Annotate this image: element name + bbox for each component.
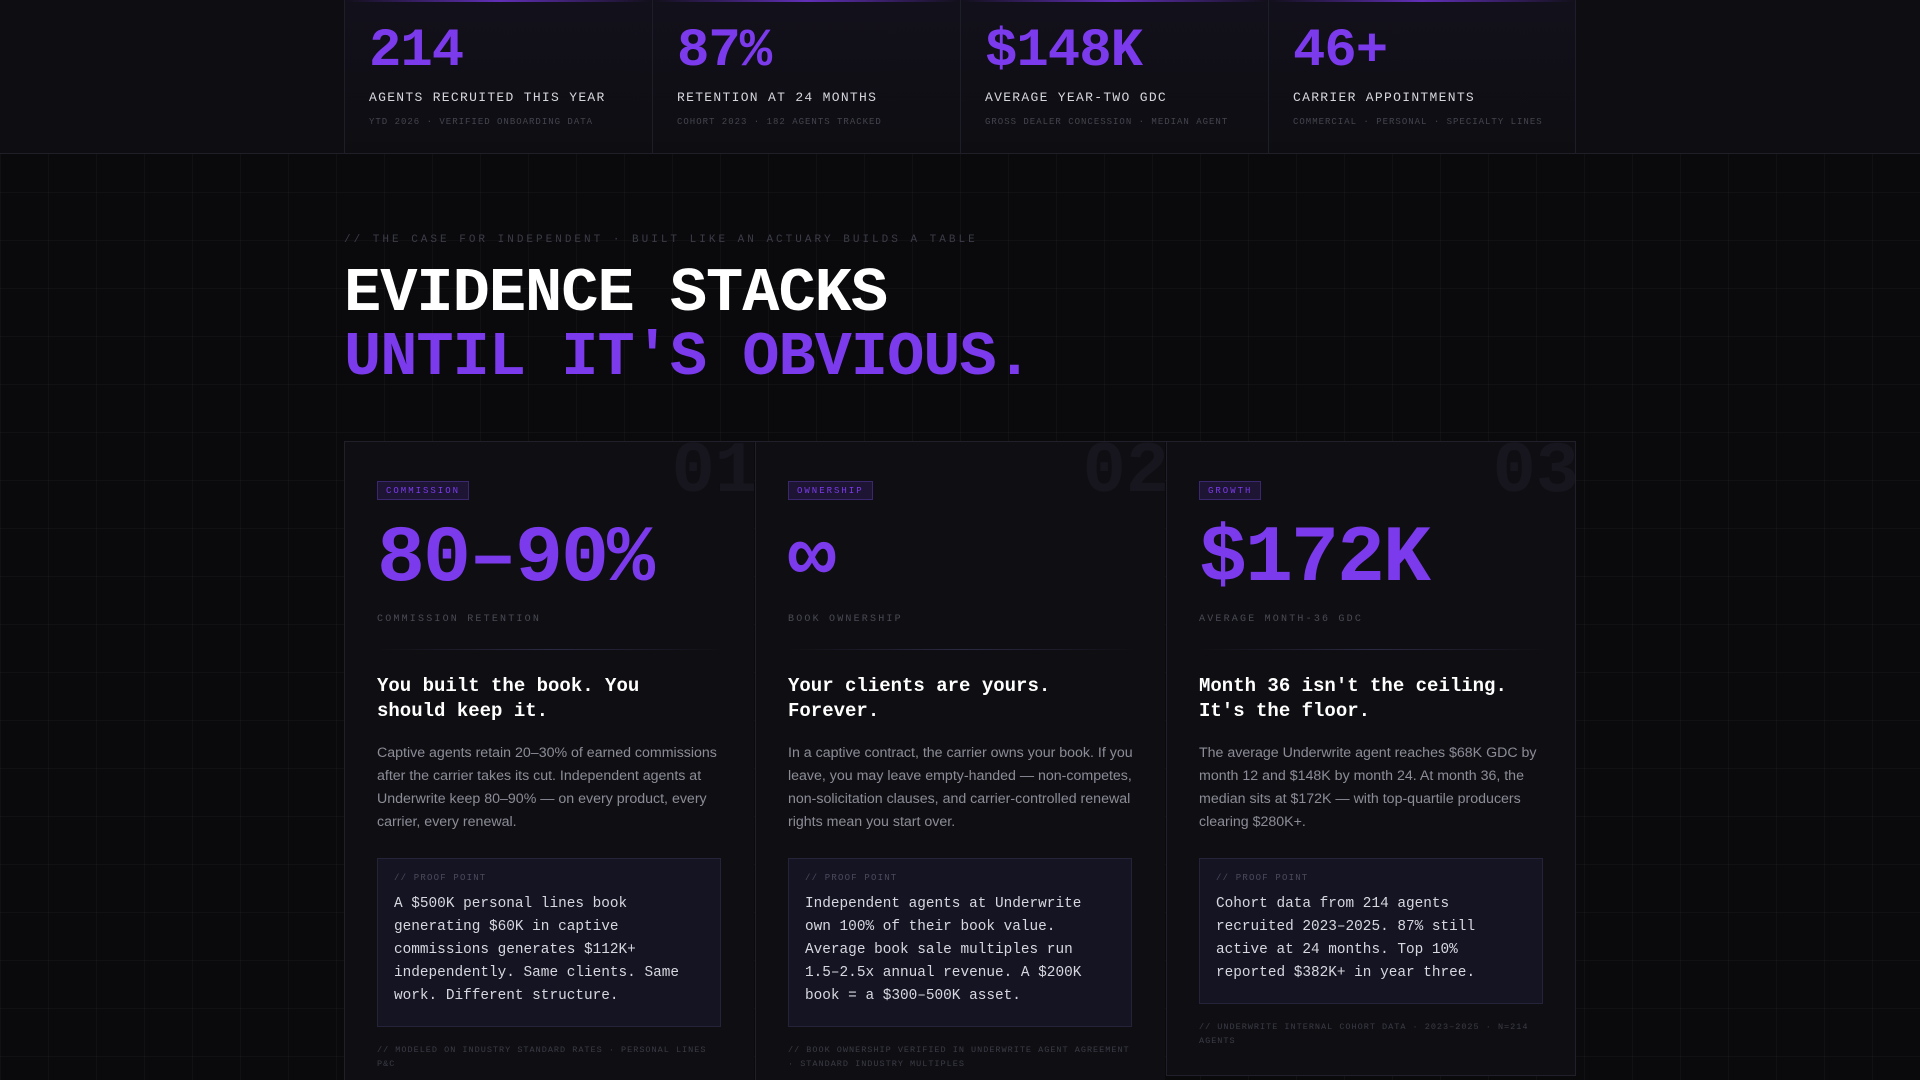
card-title: Your clients are yours. Forever.	[788, 675, 1051, 722]
stat-subtext: COHORT 2023 · 182 AGENTS TRACKED	[677, 117, 882, 127]
stat-value: 46+	[1293, 21, 1388, 82]
stat-value: $148K	[985, 21, 1143, 82]
card-footnote: // MODELED ON INDUSTRY STANDARD RATES · …	[377, 1045, 707, 1069]
card-number: 03	[1492, 442, 1576, 513]
card-big-stat-label: COMMISSION RETENTION	[377, 614, 542, 625]
card-big-stat: ∞	[788, 514, 836, 605]
stat-card: 87% RETENTION AT 24 MONTHS COHORT 2023 ·…	[652, 0, 960, 154]
card-body: The average Underwrite agent reaches $68…	[1199, 745, 1537, 830]
stat-value: 214	[369, 21, 464, 82]
card-title: Month 36 isn't the ceiling. It's the flo…	[1199, 675, 1507, 722]
stat-card: 46+ CARRIER APPOINTMENTS COMMERCIAL · PE…	[1268, 0, 1576, 154]
proof-point-label: // PROOF POINT	[805, 873, 898, 883]
evidence-card-growth: 03 GROWTH $172K AVERAGE MONTH-36 GDC Mon…	[1166, 442, 1576, 1076]
stat-subtext: GROSS DEALER CONCESSION · MEDIAN AGENT	[985, 117, 1229, 127]
card-big-stat: $172K	[1199, 514, 1431, 605]
card-body: In a captive contract, the carrier owns …	[788, 745, 1133, 830]
proof-point-box: // PROOF POINT Independent agents at Und…	[788, 858, 1132, 1027]
stat-label: AGENTS RECRUITED THIS YEAR	[369, 90, 606, 105]
proof-point-text: Independent agents at Underwrite own 100…	[805, 896, 1082, 1004]
section-headline: EVIDENCE STACKS UNTIL IT'S OBVIOUS.	[344, 258, 1033, 393]
card-divider	[788, 649, 1134, 650]
proof-point-text: A $500K personal lines book generating $…	[394, 896, 679, 1004]
section-eyebrow: // THE CASE FOR INDEPENDENT · BUILT LIKE…	[344, 234, 978, 246]
card-body: Captive agents retain 20–30% of earned c…	[377, 745, 717, 830]
card-divider	[377, 649, 723, 650]
proof-point-text: Cohort data from 214 agents recruited 20…	[1216, 896, 1476, 981]
card-number: 01	[671, 442, 754, 513]
evidence-cards: 01 COMMISSION 80–90% COMMISSION RETENTIO…	[344, 441, 1576, 1080]
stat-value: 87%	[677, 21, 772, 82]
stat-subtext: COMMERCIAL · PERSONAL · SPECIALTY LINES	[1293, 117, 1543, 127]
stat-card: $148K AVERAGE YEAR-TWO GDC GROSS DEALER …	[960, 0, 1268, 154]
card-divider	[1199, 649, 1545, 650]
stat-label: RETENTION AT 24 MONTHS	[677, 90, 878, 105]
card-title: You built the book. You should keep it.	[377, 675, 640, 722]
card-footnote: // BOOK OWNERSHIP VERIFIED IN UNDERWRITE…	[788, 1045, 1130, 1069]
stat-card: 214 AGENTS RECRUITED THIS YEAR YTD 2026 …	[344, 0, 652, 154]
evidence-card-ownership: 02 OWNERSHIP ∞ BOOK OWNERSHIP Your clien…	[755, 442, 1165, 1080]
card-big-stat-label: BOOK OWNERSHIP	[788, 614, 903, 625]
headline-line-1: EVIDENCE STACKS	[344, 258, 888, 329]
stats-row: 214 AGENTS RECRUITED THIS YEAR YTD 2026 …	[344, 0, 1576, 154]
card-big-stat: 80–90%	[377, 514, 655, 605]
proof-point-box: // PROOF POINT Cohort data from 214 agen…	[1199, 858, 1543, 1004]
proof-point-box: // PROOF POINT A $500K personal lines bo…	[377, 858, 721, 1027]
stat-label: AVERAGE YEAR-TWO GDC	[985, 90, 1168, 105]
stat-label: CARRIER APPOINTMENTS	[1293, 90, 1476, 105]
evidence-card-commission: 01 COMMISSION 80–90% COMMISSION RETENTIO…	[344, 442, 754, 1080]
card-badge: OWNERSHIP	[788, 481, 873, 500]
card-footnote: // UNDERWRITE INTERNAL COHORT DATA · 202…	[1199, 1022, 1529, 1046]
headline-line-2: UNTIL IT'S OBVIOUS.	[344, 322, 1033, 393]
card-badge: COMMISSION	[377, 481, 470, 500]
stat-subtext: YTD 2026 · VERIFIED ONBOARDING DATA	[369, 117, 594, 127]
card-badge: GROWTH	[1199, 481, 1262, 500]
card-number: 02	[1082, 442, 1165, 513]
card-big-stat-label: AVERAGE MONTH-36 GDC	[1199, 614, 1364, 625]
proof-point-label: // PROOF POINT	[394, 873, 487, 883]
stats-strip: 214 AGENTS RECRUITED THIS YEAR YTD 2026 …	[0, 0, 1920, 154]
proof-point-label: // PROOF POINT	[1216, 873, 1309, 883]
